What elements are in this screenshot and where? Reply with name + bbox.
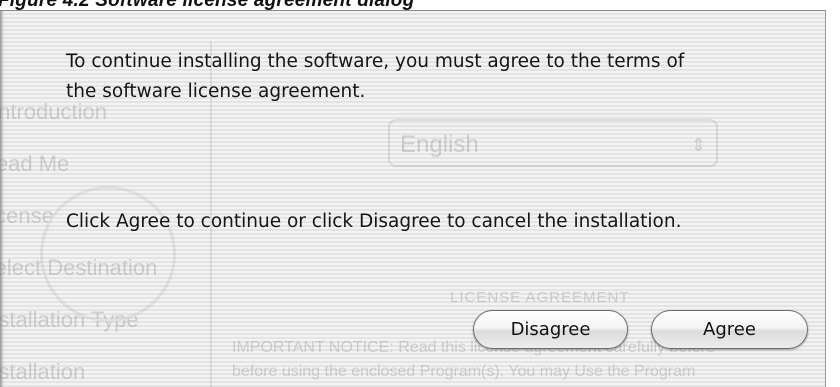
disagree-button[interactable]: Disagree xyxy=(473,310,628,349)
sidebar-item-select-destination: Select Destination xyxy=(0,255,158,280)
dialog-message-line-2: the software license agreement. xyxy=(66,81,366,102)
sidebar-item-read-me: Read Me xyxy=(0,151,70,176)
license-heading: LICENSE AGREEMENT xyxy=(450,289,630,306)
language-select-value: English xyxy=(400,131,479,158)
agree-button-label: Agree xyxy=(703,319,756,340)
disagree-button-label: Disagree xyxy=(510,319,591,340)
agree-button[interactable]: Agree xyxy=(651,310,808,349)
license-notice-line: IMPORTANT NOTICE: Read this license agre… xyxy=(232,339,715,356)
language-select: English ⇕ xyxy=(388,119,718,167)
sidebar-item-license: License xyxy=(0,203,54,228)
dialog-message-line-1: To continue installing the software, you… xyxy=(66,51,685,72)
dialog-instruction: Click Agree to continue or click Disagre… xyxy=(66,211,682,232)
license-notice-line: before using the enclosed Program(s). Yo… xyxy=(232,363,696,380)
select-arrows-icon: ⇕ xyxy=(690,135,706,155)
window-left-edge xyxy=(0,10,4,387)
sidebar-item-installation: Installation xyxy=(0,359,86,384)
sidebar-item-installation-type: Installation Type xyxy=(0,307,139,332)
screenshot-frame: Figure 4.2 Software license agreement di… xyxy=(0,0,840,387)
license-agree-sheet: Introduction Read Me License Select Dest… xyxy=(0,10,826,387)
dialog-message: To continue installing the software, you… xyxy=(66,47,684,107)
